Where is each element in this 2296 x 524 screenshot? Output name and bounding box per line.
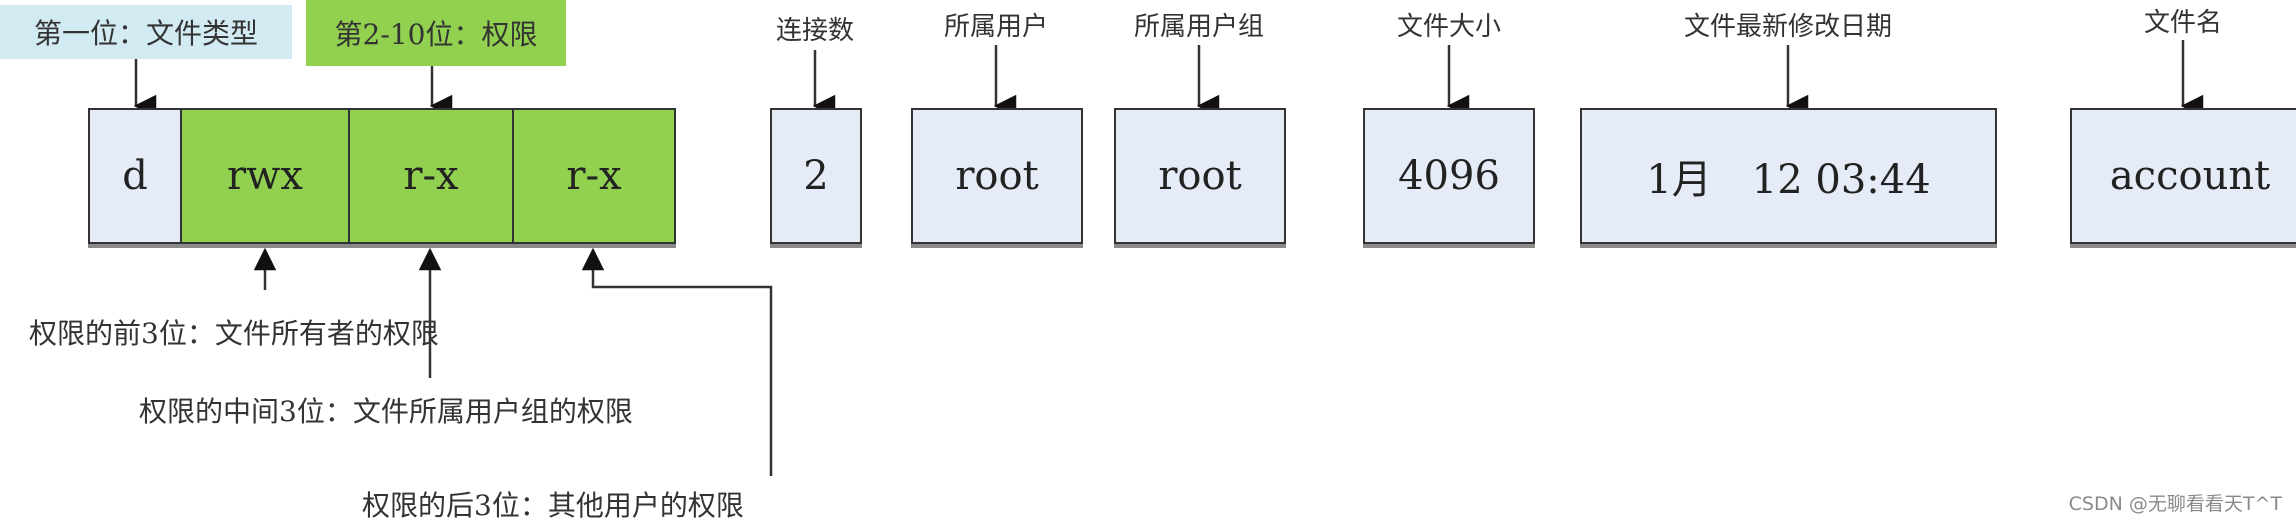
owner-label: 所属用户 [943,12,1049,42]
other-permission-annotation: 权限的后3位：其他用户的权限 [362,489,744,522]
group-label: 所属用户组 [1133,12,1265,42]
file-type-cell: d [88,108,182,244]
mtime-label: 文件最新修改日期 [1683,12,1893,42]
owner-permission-annotation: 权限的前3位：文件所有者的权限 [29,317,439,350]
owner-permission-cell: rwx [180,108,350,244]
owner-cell: root [911,108,1083,244]
link-count-cell: 2 [770,108,862,244]
filename-label: 文件名 [2143,8,2223,38]
arrow-other-perm [581,247,773,476]
group-permission-cell: r-x [348,108,514,244]
other-permission-cell: r-x [512,108,676,244]
filename-cell: account [2070,108,2296,244]
size-cell: 4096 [1363,108,1535,244]
connector-lines [133,40,2204,476]
size-label: 文件大小 [1396,12,1502,42]
group-permission-annotation: 权限的中间3位：文件所属用户组的权限 [139,395,633,428]
permissions-caption: 第2-10位：权限 [306,0,566,66]
mtime-cell: 1月 12 03:44 [1580,108,1997,244]
watermark: CSDN @无聊看看天T^T [2068,493,2282,515]
links-label: 连接数 [775,16,855,46]
group-cell: root [1114,108,1286,244]
file-type-caption: 第一位：文件类型 [0,5,292,59]
